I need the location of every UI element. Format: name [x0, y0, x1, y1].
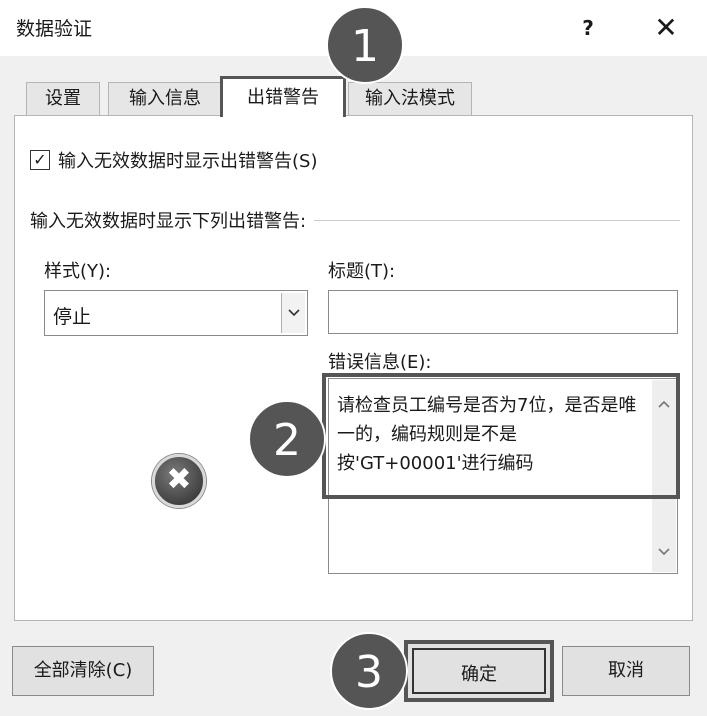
section-label: 输入无效数据时显示下列出错警告: — [30, 211, 307, 232]
cancel-button[interactable]: 取消 — [562, 646, 690, 696]
section-divider — [314, 219, 680, 221]
message-highlight-box — [322, 373, 680, 499]
ok-button-inner: 确定 — [412, 648, 546, 694]
stop-error-icon: ✖ — [152, 454, 206, 508]
show-alert-label: 输入无效数据时显示出错警告(S) — [58, 151, 318, 172]
step-marker-1: 1 — [326, 6, 404, 84]
tab-input-message[interactable]: 输入信息 — [108, 82, 222, 116]
style-select-value: 停止 — [53, 306, 92, 328]
alert-title-input[interactable] — [328, 290, 678, 334]
chevron-down-icon[interactable] — [281, 293, 305, 333]
show-alert-checkbox[interactable]: ✓ — [30, 150, 50, 170]
style-select[interactable]: 停止 — [44, 290, 308, 336]
clear-all-button[interactable]: 全部清除(C) — [12, 646, 154, 696]
title-label: 标题(T): — [328, 261, 396, 282]
scroll-down-icon[interactable] — [652, 544, 676, 560]
step-marker-3: 3 — [330, 632, 408, 710]
dialog-title: 数据验证 — [16, 18, 93, 40]
show-alert-row[interactable]: ✓ 输入无效数据时显示出错警告(S) — [30, 146, 317, 174]
close-button[interactable]: ✕ — [646, 8, 686, 48]
tab-error-alert[interactable]: 出错警告 — [220, 76, 346, 117]
ok-button[interactable]: 确定 — [404, 640, 554, 702]
help-button[interactable]: ? — [570, 8, 606, 48]
step-marker-2: 2 — [248, 400, 326, 478]
style-label: 样式(Y): — [44, 261, 112, 282]
error-message-label: 错误信息(E): — [328, 352, 432, 373]
tab-settings[interactable]: 设置 — [26, 82, 100, 116]
tab-ime-mode[interactable]: 输入法模式 — [348, 82, 472, 116]
section-header: 输入无效数据时显示下列出错警告: — [30, 207, 680, 233]
